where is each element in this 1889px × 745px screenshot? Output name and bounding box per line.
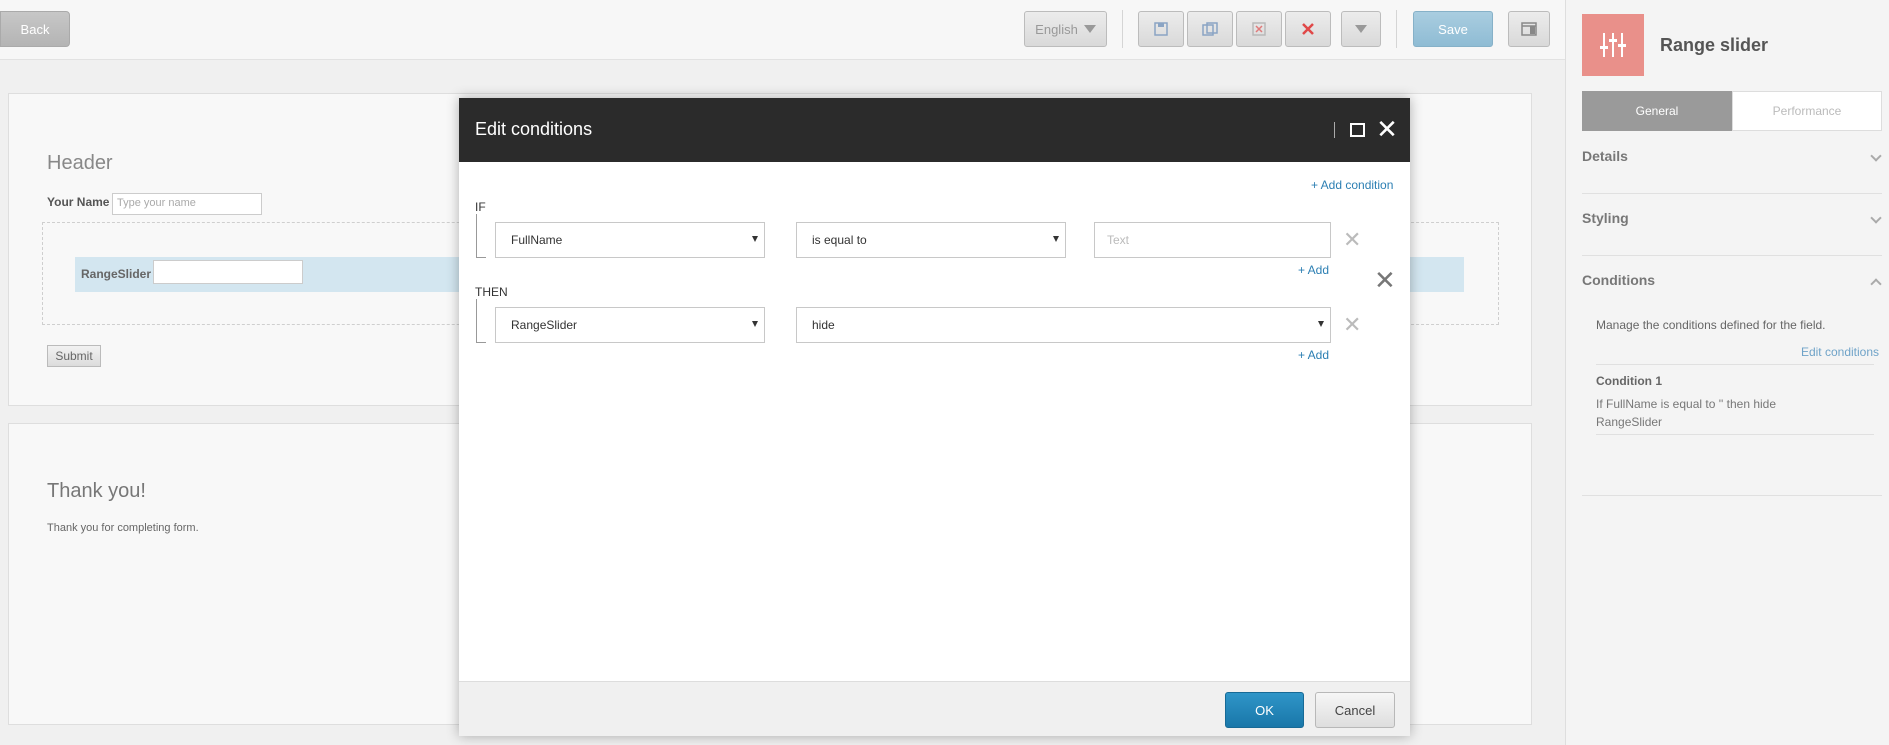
condition-title: Condition 1 bbox=[1596, 374, 1662, 388]
if-operator-value: is equal to bbox=[812, 233, 867, 247]
edit-conditions-link[interactable]: Edit conditions bbox=[1801, 345, 1879, 359]
delete-button[interactable] bbox=[1285, 11, 1331, 47]
then-action-select[interactable]: hide bbox=[796, 307, 1331, 343]
remove-then-rule-icon[interactable]: ✕ bbox=[1343, 314, 1361, 336]
remove-if-rule-icon[interactable]: ✕ bbox=[1343, 229, 1361, 251]
chevron-down-icon bbox=[1870, 212, 1882, 224]
if-field-value: FullName bbox=[511, 233, 563, 247]
toolbar-divider bbox=[1122, 10, 1123, 48]
form-header[interactable]: Header bbox=[47, 152, 113, 175]
dropdown-arrow-icon bbox=[752, 236, 758, 242]
save-as-icon bbox=[1202, 22, 1218, 36]
dialog-footer: OK Cancel bbox=[459, 681, 1410, 736]
save-button[interactable]: Save bbox=[1413, 11, 1493, 47]
conditions-description: Manage the conditions defined for the fi… bbox=[1596, 318, 1826, 332]
back-button[interactable]: Back bbox=[0, 11, 70, 47]
divider bbox=[1596, 434, 1874, 435]
if-field-select[interactable]: FullName bbox=[495, 222, 765, 258]
range-slider-label: RangeSlider bbox=[81, 267, 152, 281]
layout-icon bbox=[1521, 22, 1537, 36]
divider bbox=[1596, 364, 1874, 365]
discard-button[interactable] bbox=[1236, 11, 1282, 47]
then-bracket bbox=[476, 299, 486, 343]
add-then-rule-link[interactable]: + Add bbox=[1298, 348, 1329, 362]
save-as-button[interactable] bbox=[1187, 11, 1233, 47]
edit-conditions-dialog: Edit conditions ✕ + Add condition IF Ful… bbox=[459, 98, 1410, 736]
dropdown-arrow-icon bbox=[1053, 236, 1059, 242]
layout-toggle-button[interactable] bbox=[1508, 11, 1550, 47]
language-dropdown[interactable]: English bbox=[1024, 11, 1107, 47]
chevron-up-icon bbox=[1870, 278, 1882, 290]
add-if-rule-link[interactable]: + Add bbox=[1298, 263, 1329, 277]
then-action-value: hide bbox=[812, 318, 835, 332]
more-dropdown-icon bbox=[1355, 25, 1367, 33]
cancel-button[interactable]: Cancel bbox=[1315, 692, 1395, 728]
if-value-input[interactable]: Text bbox=[1094, 222, 1331, 258]
dialog-header: Edit conditions ✕ bbox=[459, 98, 1410, 162]
properties-sidebar: Range slider General Performance Details… bbox=[1565, 0, 1889, 745]
then-label: THEN bbox=[475, 285, 508, 299]
add-condition-link[interactable]: + Add condition bbox=[1311, 178, 1393, 192]
chevron-down-icon bbox=[1870, 150, 1882, 162]
dropdown-arrow-icon bbox=[1318, 321, 1324, 327]
header-divider bbox=[1334, 122, 1335, 138]
tab-performance[interactable]: Performance bbox=[1732, 91, 1882, 131]
language-label: English bbox=[1035, 21, 1078, 37]
then-field-value: RangeSlider bbox=[511, 318, 578, 332]
close-icon[interactable]: ✕ bbox=[1376, 116, 1398, 142]
discard-icon bbox=[1252, 22, 1266, 36]
remove-condition-icon[interactable]: ✕ bbox=[1374, 267, 1396, 293]
toolbar-divider bbox=[1396, 10, 1397, 48]
caret-down-icon bbox=[1083, 25, 1096, 33]
range-slider-icon bbox=[1582, 14, 1644, 76]
if-bracket bbox=[476, 214, 486, 258]
top-toolbar: Back English Save bbox=[0, 0, 1565, 60]
range-slider-input[interactable] bbox=[153, 260, 303, 284]
thanks-text[interactable]: Thank you for completing form. bbox=[47, 522, 199, 534]
section-details[interactable]: Details bbox=[1582, 148, 1882, 194]
if-label: IF bbox=[475, 200, 486, 214]
name-label: Your Name bbox=[47, 195, 110, 209]
name-input[interactable]: Type your name bbox=[112, 193, 262, 215]
more-dropdown-button[interactable] bbox=[1341, 11, 1381, 47]
section-styling[interactable]: Styling bbox=[1582, 210, 1882, 256]
delete-icon bbox=[1302, 23, 1314, 35]
section-conditions-title: Conditions bbox=[1582, 272, 1656, 288]
section-details-title: Details bbox=[1582, 148, 1628, 164]
if-operator-select[interactable]: is equal to bbox=[796, 222, 1066, 258]
dropdown-arrow-icon bbox=[752, 321, 758, 327]
maximize-icon[interactable] bbox=[1350, 123, 1365, 137]
section-styling-title: Styling bbox=[1582, 210, 1629, 226]
save-icon bbox=[1154, 22, 1168, 36]
condition-summary: If FullName is equal to '' then hide Ran… bbox=[1596, 397, 1777, 429]
submit-button[interactable]: Submit bbox=[47, 345, 101, 367]
ok-button[interactable]: OK bbox=[1225, 692, 1304, 728]
tab-general[interactable]: General bbox=[1582, 91, 1732, 131]
dialog-title: Edit conditions bbox=[475, 119, 593, 139]
then-field-select[interactable]: RangeSlider bbox=[495, 307, 765, 343]
save-icon-button[interactable] bbox=[1138, 11, 1184, 47]
thanks-title[interactable]: Thank you! bbox=[47, 480, 146, 503]
sidebar-title: Range slider bbox=[1660, 35, 1769, 55]
